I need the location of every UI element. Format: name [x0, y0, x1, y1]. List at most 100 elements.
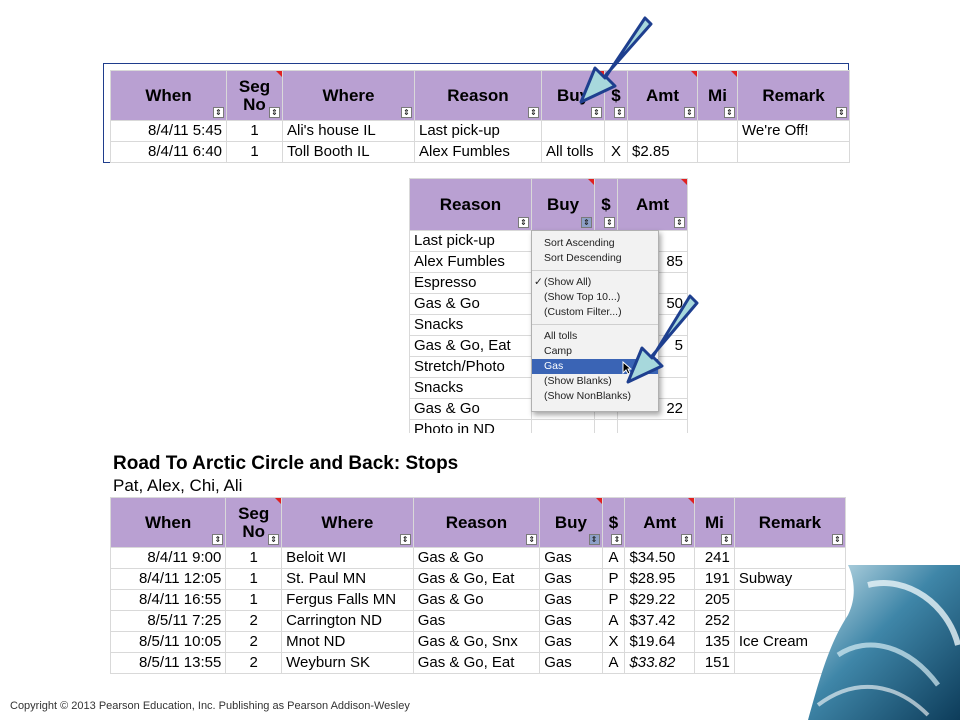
- filter-dropdown-icon[interactable]: ⇕: [581, 217, 592, 228]
- table-cell[interactable]: St. Paul MN: [281, 568, 414, 590]
- table-cell[interactable]: 135: [694, 631, 735, 653]
- table-cell[interactable]: We're Off!: [737, 120, 850, 142]
- table-cell[interactable]: Last pick-up: [414, 120, 542, 142]
- menu-item-sort-ascending[interactable]: Sort Ascending: [532, 236, 658, 251]
- comment-marker-icon[interactable]: [688, 498, 694, 504]
- table-cell[interactable]: 8/4/11 6:40: [110, 141, 227, 163]
- table-cell[interactable]: Snacks: [409, 314, 532, 336]
- table-cell[interactable]: Gas: [539, 652, 603, 674]
- table-cell[interactable]: X: [601, 631, 626, 653]
- filter-dropdown-icon[interactable]: ⇕: [268, 534, 280, 545]
- table-cell[interactable]: 2: [225, 631, 283, 653]
- table-cell[interactable]: Gas: [539, 589, 603, 611]
- table-cell[interactable]: [541, 120, 605, 142]
- table-cell[interactable]: Carrington ND: [281, 610, 414, 632]
- filter-dropdown-icon[interactable]: ⇕: [604, 217, 615, 228]
- table-cell[interactable]: Gas & Go, Snx: [412, 631, 541, 653]
- table-cell[interactable]: Gas: [539, 631, 603, 653]
- table-cell[interactable]: 8/5/11 13:55: [109, 652, 227, 674]
- table-cell[interactable]: $37.42: [624, 610, 696, 632]
- table-cell[interactable]: 241: [694, 547, 735, 569]
- table-cell[interactable]: 205: [694, 589, 735, 611]
- comment-marker-icon[interactable]: [588, 179, 594, 185]
- filter-dropdown-icon[interactable]: ⇕: [213, 107, 224, 118]
- table-cell[interactable]: A: [601, 610, 626, 632]
- filter-dropdown-icon[interactable]: ⇕: [720, 534, 732, 545]
- filter-dropdown-icon[interactable]: ⇕: [399, 534, 411, 545]
- table-cell[interactable]: Gas: [539, 568, 603, 590]
- table-cell[interactable]: [737, 141, 850, 163]
- filter-dropdown-icon[interactable]: ⇕: [518, 217, 529, 228]
- filter-dropdown-icon[interactable]: ⇕: [832, 534, 843, 545]
- table-cell[interactable]: 151: [694, 652, 735, 674]
- table-cell[interactable]: 2: [225, 652, 283, 674]
- comment-marker-icon[interactable]: [731, 71, 737, 77]
- table-cell[interactable]: Ali's house IL: [282, 120, 415, 142]
- table-cell[interactable]: Espresso: [409, 272, 532, 294]
- filter-dropdown-icon[interactable]: ⇕: [836, 107, 847, 118]
- comment-marker-icon[interactable]: [595, 498, 602, 504]
- filter-dropdown-icon[interactable]: ⇕: [526, 534, 538, 545]
- table-cell[interactable]: [697, 141, 738, 163]
- table-cell[interactable]: Alex Fumbles: [409, 251, 532, 273]
- table-cell[interactable]: Gas: [539, 610, 603, 632]
- comment-marker-icon[interactable]: [275, 498, 281, 504]
- table-cell[interactable]: Snacks: [409, 377, 532, 399]
- table-cell[interactable]: P: [601, 589, 626, 611]
- table-cell[interactable]: 1: [226, 120, 283, 142]
- filter-dropdown-icon[interactable]: ⇕: [674, 217, 685, 228]
- table-cell[interactable]: Beloit WI: [281, 547, 414, 569]
- table-cell[interactable]: [627, 120, 698, 142]
- table-cell[interactable]: 1: [226, 141, 283, 163]
- table-cell[interactable]: A: [601, 652, 626, 674]
- table-cell[interactable]: Photo in ND: [409, 419, 532, 433]
- table-cell[interactable]: [604, 120, 628, 142]
- table-cell[interactable]: $33.82: [624, 652, 696, 674]
- table-cell[interactable]: All tolls: [541, 141, 605, 163]
- table-cell[interactable]: 1: [225, 589, 283, 611]
- table-cell[interactable]: A: [601, 547, 626, 569]
- table-cell[interactable]: Weyburn SK: [281, 652, 414, 674]
- filter-dropdown-icon[interactable]: ⇕: [528, 107, 539, 118]
- menu-item-show-nonblanks[interactable]: (Show NonBlanks): [532, 389, 658, 404]
- filter-dropdown-icon[interactable]: ⇕: [401, 107, 412, 118]
- table-cell[interactable]: 1: [225, 547, 283, 569]
- filter-dropdown-icon[interactable]: ⇕: [588, 534, 600, 545]
- table-cell[interactable]: 8/4/11 16:55: [109, 589, 227, 611]
- table-cell[interactable]: 252: [694, 610, 735, 632]
- table-cell[interactable]: 8/4/11 5:45: [110, 120, 227, 142]
- table-cell[interactable]: Gas & Go: [409, 293, 532, 315]
- table-cell[interactable]: 8/5/11 10:05: [109, 631, 227, 653]
- table-cell[interactable]: $2.85: [627, 141, 698, 163]
- comment-marker-icon[interactable]: [691, 71, 697, 77]
- table-cell[interactable]: 2: [225, 610, 283, 632]
- menu-item-show-all[interactable]: ✓ (Show All): [532, 275, 658, 290]
- table-cell[interactable]: P: [601, 568, 626, 590]
- table-cell[interactable]: [697, 120, 738, 142]
- table-cell[interactable]: $28.95: [624, 568, 696, 590]
- table-cell[interactable]: Gas & Go: [412, 589, 541, 611]
- table-cell[interactable]: 191: [694, 568, 735, 590]
- table-cell[interactable]: Mnot ND: [281, 631, 414, 653]
- filter-dropdown-icon[interactable]: ⇕: [724, 107, 735, 118]
- table-cell[interactable]: 8/4/11 9:00: [109, 547, 227, 569]
- table-cell[interactable]: Toll Booth IL: [282, 141, 415, 163]
- comment-marker-icon[interactable]: [276, 71, 282, 77]
- table-cell[interactable]: Gas & Go, Eat: [412, 652, 541, 674]
- table-cell[interactable]: Gas & Go: [409, 398, 532, 420]
- filter-dropdown-icon[interactable]: ⇕: [681, 534, 693, 545]
- comment-marker-icon[interactable]: [681, 179, 687, 185]
- table-cell[interactable]: Gas & Go, Eat: [409, 335, 532, 357]
- table-cell[interactable]: X: [604, 141, 628, 163]
- filter-dropdown-icon[interactable]: ⇕: [212, 534, 224, 545]
- table-cell[interactable]: [617, 419, 688, 433]
- filter-dropdown-icon[interactable]: ⇕: [269, 107, 280, 118]
- table-cell[interactable]: 8/5/11 7:25: [109, 610, 227, 632]
- table-cell[interactable]: Gas: [539, 547, 603, 569]
- table-cell[interactable]: [531, 419, 595, 433]
- table-cell[interactable]: $34.50: [624, 547, 696, 569]
- table-cell[interactable]: [594, 419, 618, 433]
- table-cell[interactable]: Alex Fumbles: [414, 141, 542, 163]
- table-cell[interactable]: $29.22: [624, 589, 696, 611]
- filter-dropdown-icon[interactable]: ⇕: [684, 107, 695, 118]
